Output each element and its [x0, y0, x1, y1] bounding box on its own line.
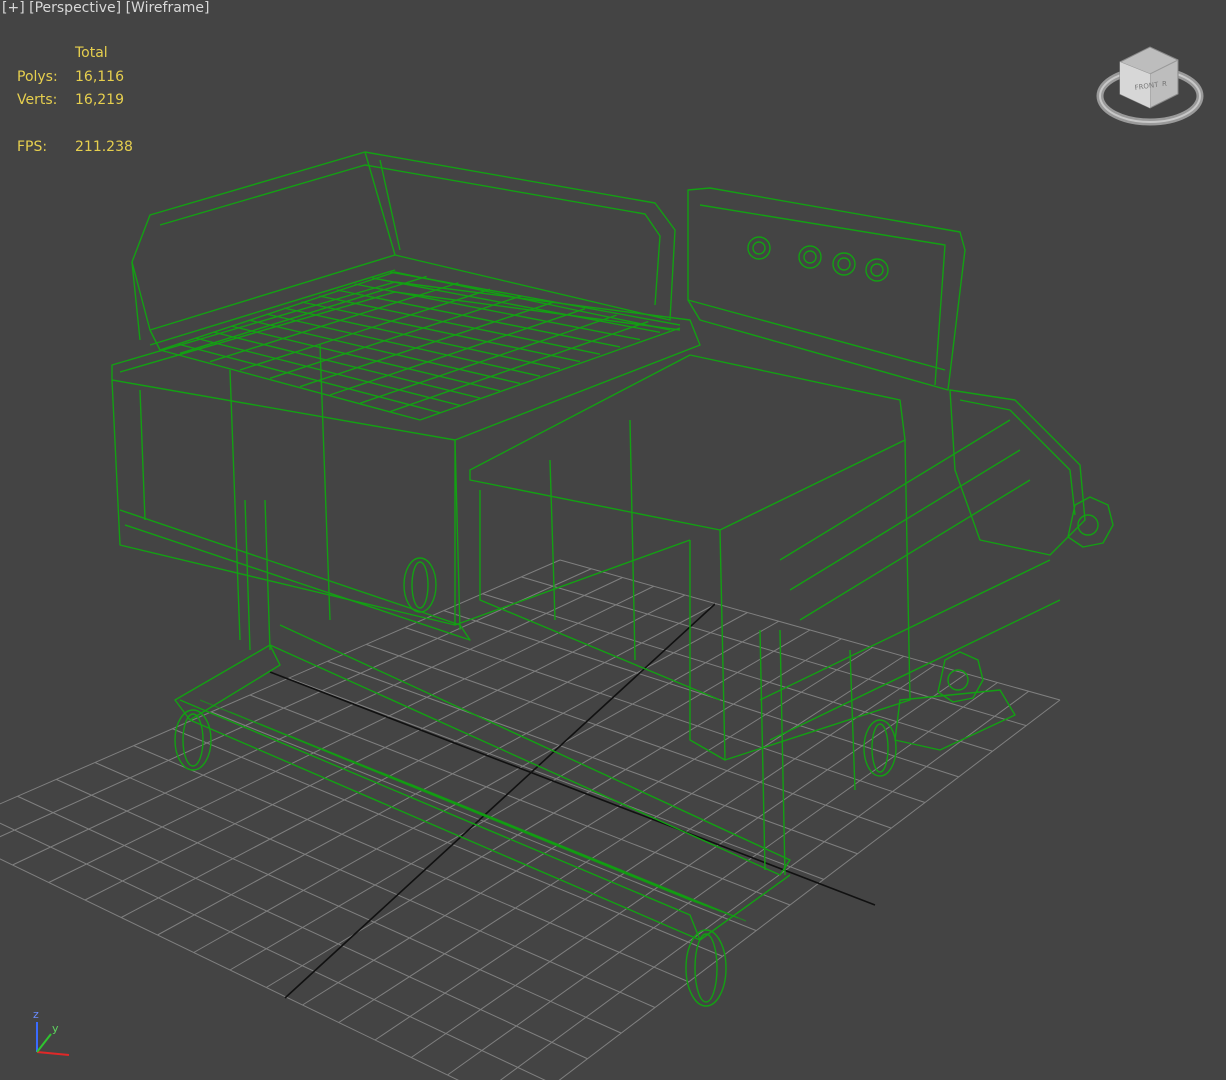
svg-text:y: y — [52, 1022, 59, 1035]
viewport-view-button[interactable]: [Perspective] — [29, 0, 121, 16]
statistics-overlay: Total Polys: 16,116 Verts: 16,219 FPS: 211.… — [17, 42, 133, 159]
viewcube-icon[interactable]: FRONT R — [1096, 46, 1204, 126]
home-grid — [0, 559, 1061, 1080]
viewport-scene: FRONT R z y — [0, 46, 1204, 1080]
viewport-menu-button[interactable]: [+] — [2, 0, 25, 16]
grid-axis-lines — [269, 603, 876, 999]
svg-text:z: z — [33, 1008, 39, 1021]
viewport-label[interactable]: [+] [Perspective] [Wireframe] — [2, 0, 210, 16]
viewcube-right-label: R — [1162, 80, 1167, 88]
fps-label: FPS: — [17, 138, 48, 155]
polys-value: 16,116 — [75, 68, 124, 85]
fps-value: 211.238 — [75, 138, 133, 155]
axis-tripod-icon: z y — [33, 1008, 70, 1056]
polys-label: Polys: — [17, 68, 58, 85]
viewport-shading-button[interactable]: [Wireframe] — [126, 0, 210, 16]
verts-value: 16,219 — [75, 92, 124, 108]
verts-label: Verts: — [17, 92, 58, 108]
perspective-viewport[interactable]: FRONT R z y [+] [Perspective] [Wireframe… — [0, 0, 1226, 1080]
stats-header: Total — [75, 45, 108, 61]
